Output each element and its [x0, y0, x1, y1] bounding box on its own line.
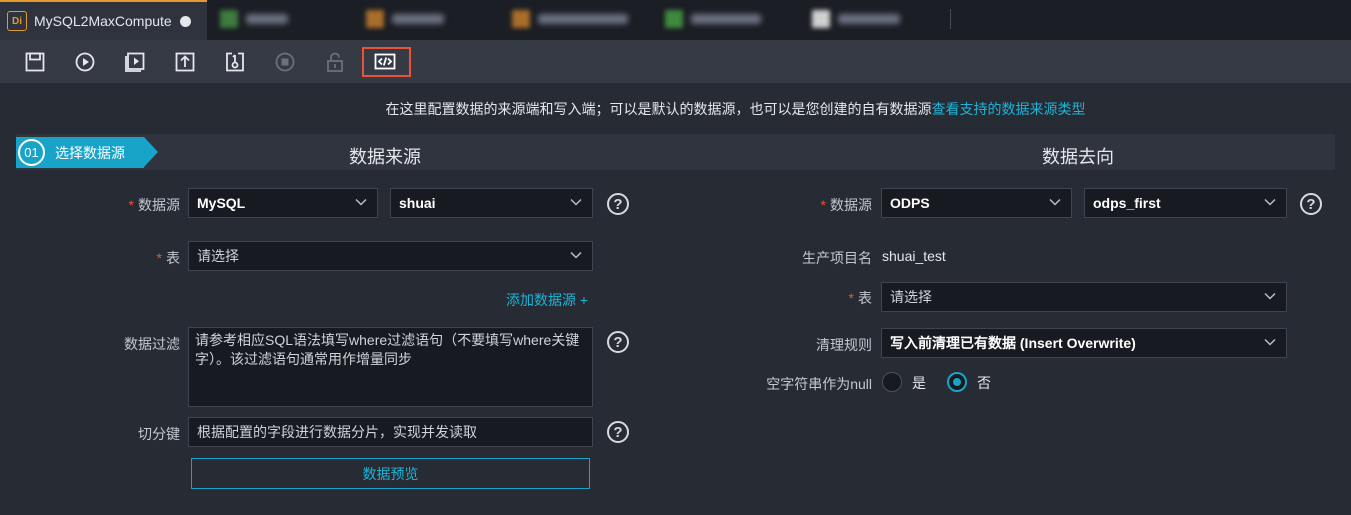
- source-split-key-help-icon[interactable]: ?: [607, 421, 629, 443]
- source-split-key-input[interactable]: 根据配置的字段进行数据分片，实现并发读取: [188, 417, 593, 447]
- step-number: 01: [18, 139, 45, 166]
- submit-icon[interactable]: [173, 50, 197, 74]
- target-empty-null-label: 空字符串作为null: [766, 376, 872, 392]
- source-filter-help-icon[interactable]: ?: [607, 331, 629, 353]
- script-mode-highlight: [362, 47, 411, 77]
- chevron-down-icon: [355, 198, 367, 206]
- chevron-down-icon: [1264, 198, 1276, 206]
- chevron-down-icon: [1264, 292, 1276, 300]
- stop-icon: [273, 50, 297, 74]
- run-with-params-icon[interactable]: [123, 50, 147, 74]
- publish-icon[interactable]: [223, 50, 247, 74]
- source-table-select[interactable]: 请选择: [188, 241, 593, 271]
- target-clean-rule-label: 清理规则: [816, 337, 872, 353]
- target-table-label: * 表: [848, 290, 872, 306]
- data-preview-button[interactable]: 数据预览: [191, 458, 590, 489]
- step-indicator: 01 选择数据源: [16, 137, 158, 168]
- toolbar: [0, 40, 1351, 83]
- run-icon[interactable]: [73, 50, 97, 74]
- target-datasource-name-select[interactable]: odps_first: [1084, 188, 1287, 218]
- chevron-down-icon: [570, 198, 582, 206]
- target-title: 数据去向: [1042, 147, 1114, 167]
- section-header: [16, 134, 1335, 170]
- data-integration-icon: Di: [7, 11, 27, 31]
- target-clean-rule-select[interactable]: 写入前清理已有数据 (Insert Overwrite): [881, 328, 1287, 358]
- supported-datasource-types-link[interactable]: 查看支持的数据来源类型: [932, 101, 1086, 117]
- tab-title: MySQL2MaxCompute: [34, 13, 172, 29]
- empty-null-no-label: 否: [977, 375, 991, 391]
- tab-blurred-4[interactable]: [665, 6, 761, 32]
- source-table-label: * 表: [156, 250, 180, 266]
- target-table-select[interactable]: 请选择: [881, 282, 1287, 312]
- source-filter-textarea[interactable]: 请参考相应SQL语法填写where过滤语句（不要填写where关键字）。该过滤语…: [188, 327, 593, 407]
- save-icon[interactable]: [23, 50, 47, 74]
- tab-blurred-1[interactable]: [220, 6, 288, 32]
- step-label: 选择数据源: [55, 144, 125, 161]
- source-datasource-type-select[interactable]: MySQL: [188, 188, 378, 218]
- tab-blurred-3[interactable]: [512, 6, 628, 32]
- target-datasource-type-select[interactable]: ODPS: [881, 188, 1072, 218]
- source-datasource-help-icon[interactable]: ?: [607, 193, 629, 215]
- target-project-label: 生产项目名: [802, 250, 872, 266]
- editor-tab-bar: Di MySQL2MaxCompute: [0, 0, 1351, 40]
- source-filter-label: 数据过滤: [124, 336, 180, 352]
- unsaved-dot-icon[interactable]: [179, 15, 191, 27]
- tab-divider: [950, 9, 951, 29]
- target-datasource-help-icon[interactable]: ?: [1300, 193, 1322, 215]
- target-datasource-label: * 数据源: [820, 197, 872, 213]
- empty-null-yes-radio[interactable]: [882, 372, 902, 392]
- empty-null-yes-label: 是: [912, 375, 926, 391]
- chevron-down-icon: [570, 251, 582, 259]
- info-text: 在这里配置数据的来源端和写入端；可以是默认的数据源，也可以是您创建的自有数据源: [385, 101, 932, 117]
- empty-null-no-radio[interactable]: [947, 372, 967, 392]
- info-line: 在这里配置数据的来源端和写入端；可以是默认的数据源，也可以是您创建的自有数据源查…: [0, 99, 1351, 119]
- lock-icon: [323, 50, 347, 74]
- chevron-down-icon: [1049, 198, 1061, 206]
- chevron-down-icon: [1264, 338, 1276, 346]
- source-split-key-label: 切分键: [138, 426, 180, 442]
- source-datasource-label: * 数据源: [128, 197, 180, 213]
- add-datasource-link[interactable]: 添加数据源 +: [506, 290, 588, 310]
- tab-blurred-2[interactable]: [366, 6, 444, 32]
- source-datasource-name-select[interactable]: shuai: [390, 188, 593, 218]
- target-project-value: shuai_test: [882, 248, 946, 264]
- tab-mysql2maxcompute[interactable]: Di MySQL2MaxCompute: [0, 0, 207, 40]
- source-title: 数据来源: [349, 147, 421, 167]
- tab-blurred-5[interactable]: [812, 6, 900, 32]
